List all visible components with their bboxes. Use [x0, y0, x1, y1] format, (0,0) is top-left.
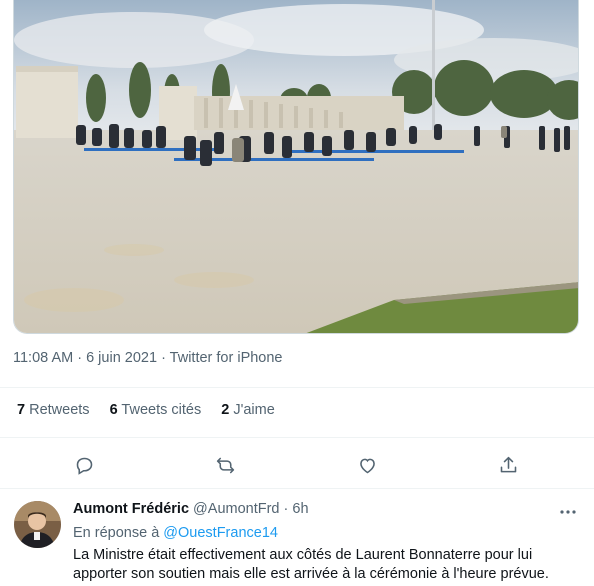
share-icon	[500, 456, 516, 472]
meta-separator: ·	[73, 350, 87, 366]
retweets-count: 7	[17, 402, 26, 418]
reply-author-name[interactable]: Aumont Frédéric	[73, 501, 189, 517]
tweet-time[interactable]: 11:08 AM	[13, 350, 73, 366]
likes-count: 2	[221, 402, 230, 418]
retweet-icon	[216, 457, 234, 473]
reply-header: Aumont Frédéric @AumontFrd · 6h	[73, 501, 309, 517]
avatar-image	[14, 501, 61, 548]
tweet-meta: 11:08 AM · 6 juin 2021 · Twitter for iPh…	[13, 350, 283, 366]
reply-tweet[interactable]: Aumont Frédéric @AumontFrd · 6h En répon…	[0, 489, 594, 586]
divider	[0, 387, 594, 388]
tweet-stats: 7 Retweets 6 Tweets cités 2 J'aime	[17, 402, 275, 418]
reply-text: La Ministre était effectivement aux côté…	[73, 547, 549, 582]
quotes-count: 6	[109, 402, 118, 418]
reply-icon	[76, 457, 92, 475]
avatar[interactable]	[14, 501, 61, 548]
reply-author-handle[interactable]: @AumontFrd	[193, 501, 279, 517]
retweets-stat[interactable]: 7 Retweets	[17, 402, 90, 418]
more-icon	[560, 510, 576, 514]
tweet-source[interactable]: Twitter for iPhone	[170, 350, 283, 366]
share-button[interactable]	[495, 452, 521, 478]
ceremony-photo	[14, 0, 578, 333]
meta-separator: ·	[157, 350, 170, 366]
likes-stat[interactable]: 2 J'aime	[221, 402, 275, 418]
reply-time[interactable]: 6h	[292, 501, 308, 517]
tweet-photo[interactable]	[13, 0, 579, 334]
retweet-button[interactable]	[212, 452, 238, 478]
in-reply-to: En réponse à @OuestFrance14	[73, 525, 278, 541]
in-reply-prefix: En réponse à	[73, 525, 164, 541]
likes-label: J'aime	[233, 402, 275, 418]
tweet-date[interactable]: 6 juin 2021	[86, 350, 157, 366]
like-button[interactable]	[354, 452, 380, 478]
divider	[0, 437, 594, 438]
quotes-label: Tweets cités	[121, 402, 202, 418]
reply-separator: ·	[279, 501, 293, 517]
like-icon	[359, 458, 375, 473]
retweets-label: Retweets	[29, 402, 90, 418]
more-options-button[interactable]	[559, 505, 577, 517]
in-reply-to-link[interactable]: @OuestFrance14	[163, 525, 278, 541]
tweet-actions	[0, 452, 594, 478]
quotes-stat[interactable]: 6 Tweets cités	[110, 402, 202, 418]
reply-button[interactable]	[71, 452, 97, 478]
